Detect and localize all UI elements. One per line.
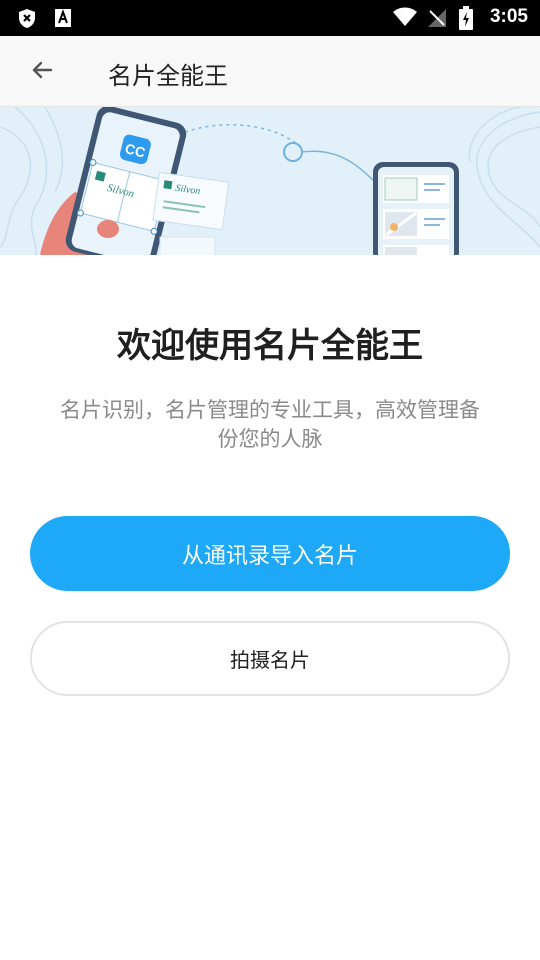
take-photo-button[interactable]: 拍摄名片 xyxy=(30,621,510,696)
wifi-icon xyxy=(392,7,418,31)
back-button[interactable] xyxy=(22,52,62,92)
text-a-icon xyxy=(54,8,72,32)
arrow-left-icon xyxy=(30,58,54,86)
shield-x-icon xyxy=(17,8,37,33)
import-from-contacts-label: 从通讯录导入名片 xyxy=(181,543,358,569)
page-title: 名片全能王 xyxy=(108,62,228,90)
status-time: 3:05 xyxy=(489,6,528,27)
take-photo-label: 拍摄名片 xyxy=(230,648,310,672)
app-bar: 名片全能王 xyxy=(0,36,540,107)
status-bar: 3:05 xyxy=(0,0,540,36)
no-signal-icon xyxy=(427,8,447,32)
banner-illustration: CC Silvon Silvon xyxy=(0,107,540,255)
import-from-contacts-button[interactable]: 从通讯录导入名片 xyxy=(30,516,510,591)
welcome-title: 欢迎使用名片全能王 xyxy=(117,326,423,366)
welcome-subtitle: 名片识别，名片管理的专业工具，高效管理备份您的人脉 xyxy=(60,398,480,451)
battery-charging-icon xyxy=(459,6,473,34)
